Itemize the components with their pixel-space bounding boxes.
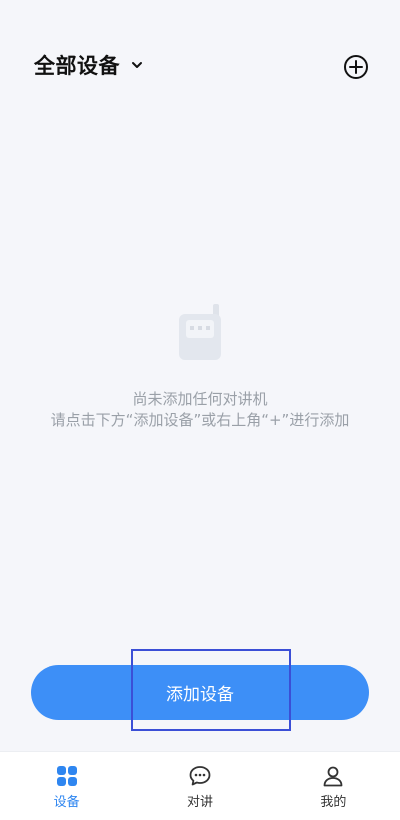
header: 全部设备 — [0, 0, 400, 130]
tab-bar: 设备 对讲 我的 — [0, 751, 400, 820]
empty-state: 尚未添加任何对讲机 请点击下方“添加设备”或右上角“+”进行添加 — [0, 302, 400, 431]
tab-intercom[interactable]: 对讲 — [133, 752, 266, 820]
tab-label: 设备 — [53, 795, 80, 810]
tab-label: 我的 — [320, 795, 347, 810]
tab-label: 对讲 — [186, 795, 213, 810]
user-icon — [323, 766, 343, 787]
tab-me[interactable]: 我的 — [267, 752, 400, 820]
highlight-box — [131, 649, 291, 731]
device-filter-dropdown[interactable]: 全部设备 — [34, 50, 144, 80]
walkie-talkie-icon — [179, 304, 221, 360]
empty-state-description: 请点击下方“添加设备”或右上角“+”进行添加 — [50, 411, 350, 429]
empty-state-title: 尚未添加任何对讲机 — [132, 390, 268, 408]
plus-circle-icon[interactable] — [343, 54, 369, 80]
chat-bubble-icon — [189, 766, 211, 786]
page-title: 全部设备 — [34, 54, 120, 78]
tab-devices[interactable]: 设备 — [0, 752, 133, 820]
chevron-down-icon — [132, 62, 142, 68]
devices-grid-icon — [56, 766, 77, 786]
